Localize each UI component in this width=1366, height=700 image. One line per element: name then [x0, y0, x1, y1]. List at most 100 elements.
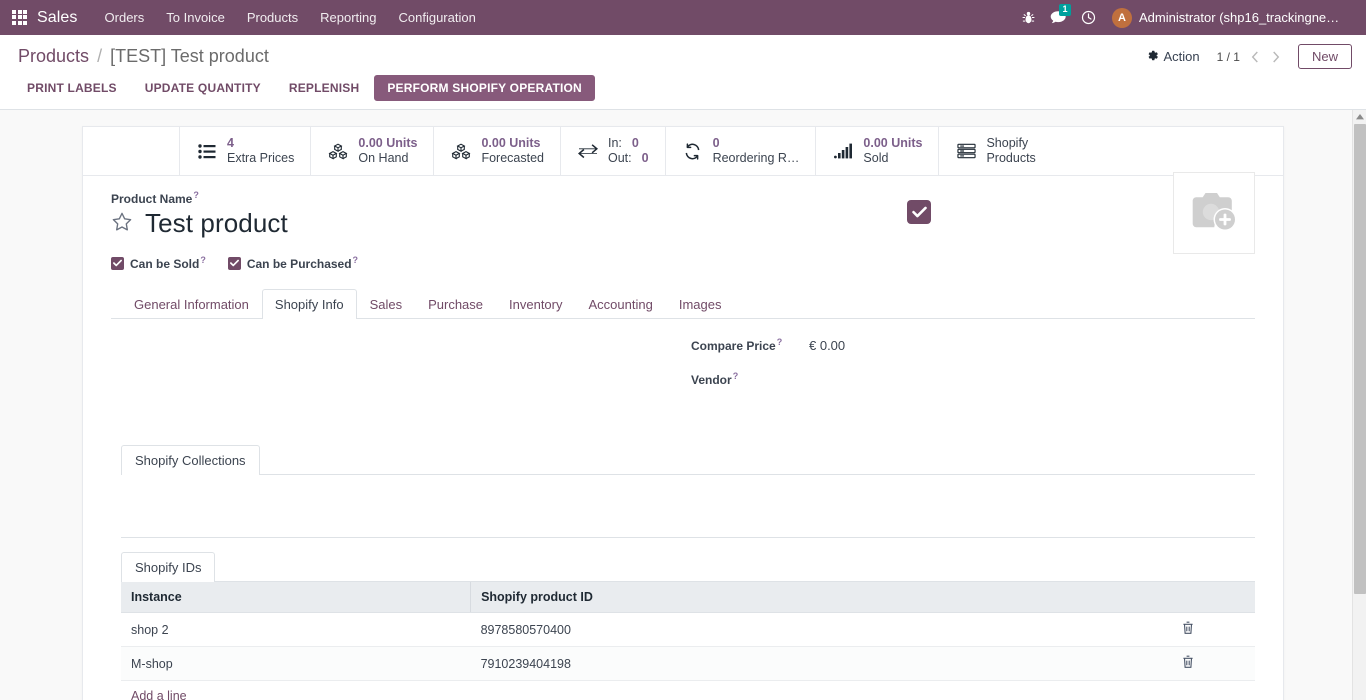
- stat-value: 4: [227, 136, 294, 151]
- stat-in-row: In: 0: [608, 136, 649, 151]
- stat-button-reordering-rules[interactable]: 0 Reordering R…: [665, 127, 816, 175]
- help-icon[interactable]: ?: [353, 255, 359, 265]
- tab-images[interactable]: Images: [666, 289, 735, 319]
- nav-menu-products[interactable]: Products: [236, 0, 309, 35]
- action-button[interactable]: Action: [1142, 47, 1203, 67]
- compare-price-value[interactable]: € 0.00: [795, 338, 845, 353]
- trash-icon[interactable]: [1120, 613, 1255, 647]
- chevron-right-icon[interactable]: [1267, 46, 1286, 68]
- cell-instance[interactable]: shop 2: [121, 613, 471, 647]
- form-view-area: 4 Extra Prices 0.00 Units On H: [0, 110, 1366, 700]
- stat-button-in-out[interactable]: In: 0 Out: 0: [560, 127, 665, 175]
- shopify-publish-toggle: [907, 200, 931, 224]
- tab-shopify-ids[interactable]: Shopify IDs: [121, 552, 215, 582]
- nav-menu-reporting[interactable]: Reporting: [309, 0, 387, 35]
- compare-price-label: Compare Price?: [691, 337, 795, 353]
- stat-button-shopify-products[interactable]: Shopify Products: [938, 127, 1051, 175]
- stat-button-on-hand[interactable]: 0.00 Units On Hand: [310, 127, 433, 175]
- can-be-purchased-label: Can be Purchased?: [247, 255, 358, 271]
- can-be-sold-checkbox[interactable]: [111, 257, 124, 270]
- pager-value[interactable]: 1 / 1: [1213, 50, 1244, 64]
- shopify-ids-tab-list: Shopify IDs: [121, 552, 1255, 582]
- shopify-ids-notebook: Shopify IDs Instance Shopify product ID: [111, 552, 1255, 700]
- stat-out-label: Out:: [608, 151, 632, 166]
- product-flags-row: Can be Sold? Can be Purchased?: [111, 255, 1255, 271]
- cell-product-id[interactable]: 8978580570400: [471, 613, 1120, 647]
- column-header-instance[interactable]: Instance: [121, 582, 471, 613]
- tab-purchase[interactable]: Purchase: [415, 289, 496, 319]
- user-menu[interactable]: A Administrator (shp16_trackingnewone…: [1104, 8, 1354, 28]
- stat-button-row: 4 Extra Prices 0.00 Units On H: [83, 127, 1283, 176]
- table-row[interactable]: shop 2 8978580570400: [121, 613, 1255, 647]
- nav-menu-configuration[interactable]: Configuration: [388, 0, 487, 35]
- stat-button-forecasted[interactable]: 0.00 Units Forecasted: [433, 127, 560, 175]
- scrollbar-thumb[interactable]: [1354, 124, 1366, 594]
- bug-icon[interactable]: [1014, 0, 1042, 35]
- add-line-cell: Add a line: [121, 681, 1255, 700]
- tab-inventory[interactable]: Inventory: [496, 289, 575, 319]
- can-be-purchased-checkbox[interactable]: [228, 257, 241, 270]
- stat-text: 0 Reordering R…: [713, 136, 800, 166]
- stat-in-value: 0: [632, 136, 639, 151]
- tab-shopify-info[interactable]: Shopify Info: [262, 289, 357, 319]
- shopify-publish-checkbox[interactable]: [907, 200, 931, 224]
- perform-shopify-operation-button[interactable]: PERFORM SHOPIFY OPERATION: [374, 75, 595, 101]
- can-be-purchased-label-text: Can be Purchased: [247, 257, 352, 271]
- print-labels-button[interactable]: PRINT LABELS: [14, 75, 130, 101]
- user-name-label: Administrator (shp16_trackingnewone…: [1139, 10, 1348, 25]
- update-quantity-button[interactable]: UPDATE QUANTITY: [132, 75, 274, 101]
- clock-icon[interactable]: [1074, 0, 1102, 35]
- product-name-label: Product Name?: [111, 190, 1255, 206]
- table-row[interactable]: M-shop 7910239404198: [121, 647, 1255, 681]
- caret-up-icon[interactable]: [1353, 110, 1366, 124]
- tab-accounting[interactable]: Accounting: [576, 289, 666, 319]
- breadcrumb-separator: /: [97, 46, 102, 66]
- tab-general-information[interactable]: General Information: [121, 289, 262, 319]
- cell-product-id[interactable]: 7910239404198: [471, 647, 1120, 681]
- stat-text: 0.00 Units Forecasted: [481, 136, 544, 166]
- avatar: A: [1112, 8, 1132, 28]
- breadcrumb-products[interactable]: Products: [18, 46, 89, 66]
- column-header-shopify-product-id[interactable]: Shopify product ID: [471, 582, 1120, 613]
- navbar-systray: 1 A Administrator (shp16_trackingnewone…: [1014, 0, 1354, 35]
- replenish-button[interactable]: REPLENISH: [276, 75, 372, 101]
- field-compare-price: Compare Price? € 0.00: [691, 337, 1111, 353]
- nav-menu-orders[interactable]: Orders: [94, 0, 156, 35]
- stat-text: 0.00 Units Sold: [863, 136, 922, 166]
- can-be-sold-label: Can be Sold?: [130, 255, 206, 271]
- control-panel-buttons: PRINT LABELS UPDATE QUANTITY REPLENISH P…: [0, 75, 1366, 109]
- add-line-row[interactable]: Add a line: [121, 681, 1255, 700]
- trash-icon[interactable]: [1120, 647, 1255, 681]
- chevron-left-icon[interactable]: [1246, 46, 1265, 68]
- stat-label: Forecasted: [481, 151, 544, 166]
- tab-shopify-collections[interactable]: Shopify Collections: [121, 445, 260, 475]
- help-icon[interactable]: ?: [733, 371, 739, 381]
- product-image-placeholder[interactable]: [1173, 172, 1255, 254]
- stat-value: Shopify: [986, 136, 1035, 151]
- stat-in-label: In:: [608, 136, 622, 151]
- collections-tab-list: Shopify Collections: [121, 445, 1255, 475]
- stat-text: Shopify Products: [986, 136, 1035, 166]
- vertical-scrollbar[interactable]: [1352, 110, 1366, 700]
- chat-bubble-icon[interactable]: 1: [1044, 0, 1072, 35]
- stat-text: 0.00 Units On Hand: [358, 136, 417, 166]
- help-icon[interactable]: ?: [200, 255, 206, 265]
- tab-sales[interactable]: Sales: [357, 289, 416, 319]
- pager: 1 / 1: [1213, 46, 1286, 68]
- new-button[interactable]: New: [1298, 44, 1352, 69]
- stat-button-extra-prices[interactable]: 4 Extra Prices: [179, 127, 310, 175]
- table-body: shop 2 8978580570400: [121, 613, 1255, 700]
- compare-price-label-text: Compare Price: [691, 339, 776, 353]
- shopify-ids-table: Instance Shopify product ID shop 2 89785…: [121, 582, 1255, 700]
- stat-button-sold[interactable]: 0.00 Units Sold: [815, 127, 938, 175]
- cell-instance[interactable]: M-shop: [121, 647, 471, 681]
- cubes-icon: [327, 143, 349, 160]
- product-name-input[interactable]: Test product: [145, 208, 288, 239]
- star-outline-icon[interactable]: [111, 211, 133, 236]
- add-a-line-link[interactable]: Add a line: [131, 689, 187, 700]
- help-icon[interactable]: ?: [777, 337, 783, 347]
- help-icon[interactable]: ?: [193, 190, 199, 200]
- app-brand-sales[interactable]: Sales: [37, 9, 78, 27]
- nav-menu-to-invoice[interactable]: To Invoice: [155, 0, 236, 35]
- apps-grid-icon[interactable]: [12, 10, 28, 26]
